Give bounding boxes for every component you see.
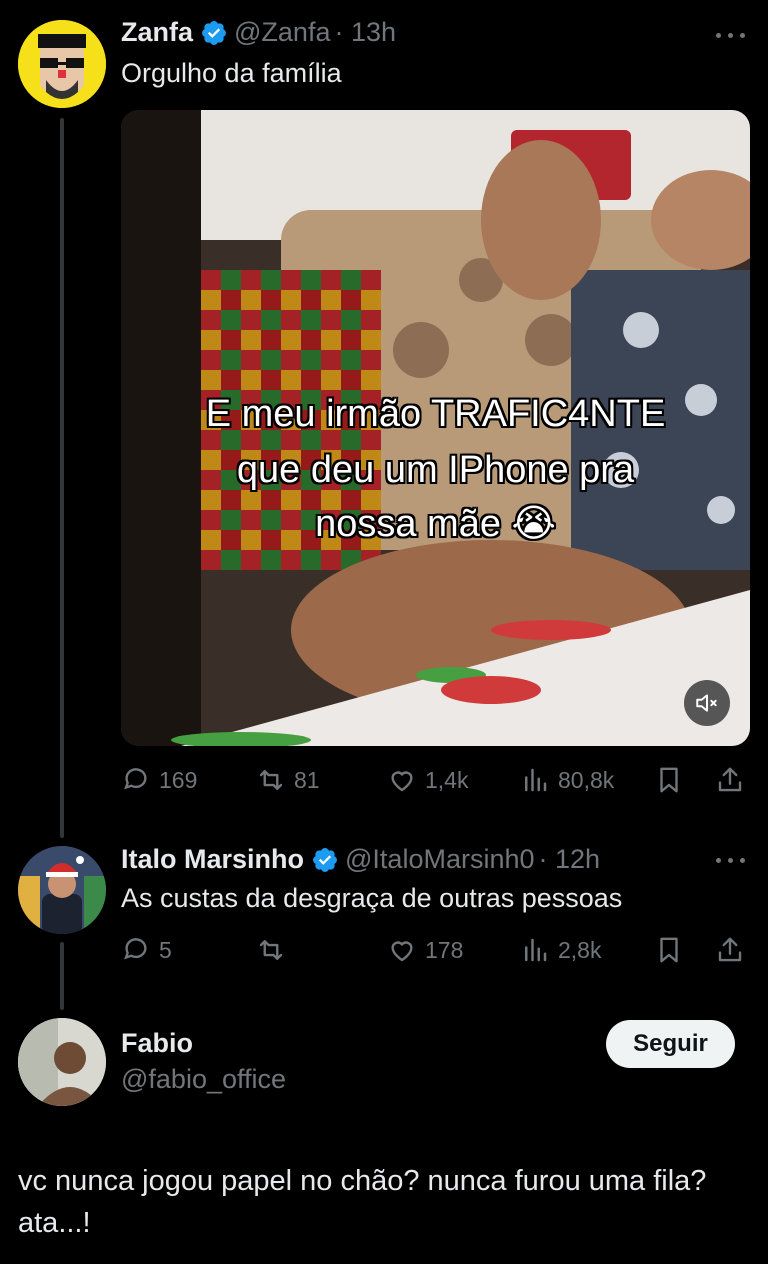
tweet-text: As custas da desgraça de outras pessoas xyxy=(121,883,623,913)
reply-count: 5 xyxy=(159,936,172,963)
like-button[interactable]: 1,4k xyxy=(387,762,468,798)
views-button[interactable]: 2,8k xyxy=(520,932,601,968)
views-button[interactable]: 80,8k xyxy=(520,762,614,798)
tweet-actions: 5 178 2,8k xyxy=(121,932,751,968)
reply-button[interactable]: 5 xyxy=(121,932,172,968)
author-handle[interactable]: @fabio_office xyxy=(121,1064,286,1095)
retweet-icon xyxy=(259,940,283,960)
more-options-icon[interactable] xyxy=(716,33,746,43)
like-count: 1,4k xyxy=(425,766,469,793)
verified-badge-icon xyxy=(313,847,337,872)
share-icon xyxy=(718,767,742,792)
heart-icon xyxy=(391,941,413,962)
tweet-text: Orgulho da família xyxy=(121,58,342,88)
reply-button[interactable]: 169 xyxy=(121,762,197,798)
retweet-button[interactable]: 81 xyxy=(256,762,320,798)
author-handle[interactable]: @Zanfa xyxy=(234,17,330,48)
reply-count: 169 xyxy=(159,766,198,793)
views-chart-icon xyxy=(525,938,547,962)
avatar-zanfa-image xyxy=(18,20,106,108)
thread-connector-2 xyxy=(60,942,64,1010)
heart-icon xyxy=(391,771,413,792)
avatar-fabio[interactable] xyxy=(18,1018,106,1106)
share-button[interactable] xyxy=(715,932,745,968)
bookmark-icon xyxy=(660,937,678,963)
author-name[interactable]: Fabio xyxy=(121,1028,193,1059)
like-count: 178 xyxy=(425,936,464,963)
reply-icon xyxy=(124,938,147,960)
retweet-button[interactable] xyxy=(256,932,294,968)
more-options-icon[interactable] xyxy=(716,858,746,868)
post-time[interactable]: · 12h xyxy=(539,844,601,875)
verified-badge-icon xyxy=(202,20,226,45)
video-caption-line-2: que deu um IPhone pra xyxy=(236,449,635,491)
thread-connector-1 xyxy=(60,118,64,838)
reply-icon xyxy=(124,768,147,790)
avatar-italo[interactable] xyxy=(18,846,106,934)
tweet-actions: 169 81 1,4k 80,8k xyxy=(121,762,751,798)
avatar-italo-image xyxy=(18,846,106,934)
post-time[interactable]: · 13h xyxy=(334,17,396,48)
bookmark-button[interactable] xyxy=(654,762,684,798)
like-button[interactable]: 178 xyxy=(387,932,463,968)
views-count: 2,8k xyxy=(558,936,602,963)
post-text: vc nunca jogou papel no chão? nunca furo… xyxy=(18,1165,707,1239)
share-button[interactable] xyxy=(715,762,745,798)
mute-toggle-icon[interactable] xyxy=(684,680,730,726)
bookmark-icon xyxy=(660,767,678,793)
retweet-count: 81 xyxy=(294,766,320,793)
video-caption-line-3: nossa mãe 😭 xyxy=(315,503,556,545)
author-handle[interactable]: @ItaloMarsinh0 xyxy=(345,844,535,875)
views-chart-icon xyxy=(525,768,547,792)
share-icon xyxy=(718,937,742,962)
follow-button[interactable]: Seguir xyxy=(606,1020,735,1068)
avatar-zanfa[interactable] xyxy=(18,20,106,108)
retweet-icon xyxy=(259,770,283,790)
views-count: 80,8k xyxy=(558,766,615,793)
bookmark-button[interactable] xyxy=(654,932,684,968)
avatar-fabio-image xyxy=(18,1018,106,1106)
author-name[interactable]: Zanfa xyxy=(121,17,193,48)
video-caption-line-1: E meu irmão TRAFIC4NTE xyxy=(205,393,666,435)
author-name[interactable]: Italo Marsinho xyxy=(121,844,304,875)
video-player[interactable]: E meu irmão TRAFIC4NTE que deu um IPhone… xyxy=(121,110,750,746)
